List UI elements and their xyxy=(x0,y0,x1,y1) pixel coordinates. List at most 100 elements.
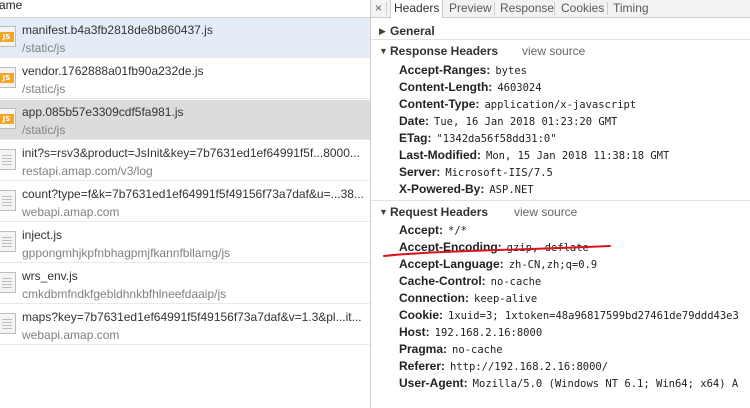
tab-timing[interactable]: Timing xyxy=(613,0,649,17)
header-row: X-Powered-By: ASP.NET xyxy=(399,181,534,198)
name-column-label: ame xyxy=(0,0,23,12)
header-row: Cache-Control: no-cache xyxy=(399,273,541,290)
request-path: webapi.amap.com xyxy=(22,205,120,219)
header-row: Accept-Encoding: gzip, deflate xyxy=(399,239,589,256)
header-value: no-cache xyxy=(490,276,542,288)
tab-separator xyxy=(607,2,608,15)
header-row: Pragma: no-cache xyxy=(399,341,503,358)
request-row[interactable]: wrs_env.js cmkdbmfndkfgebldhnkbfhlneefdaa… xyxy=(0,264,370,304)
tab-preview[interactable]: Preview xyxy=(449,0,492,17)
close-icon[interactable]: × xyxy=(375,0,382,16)
expand-triangle-icon: ▶ xyxy=(379,26,386,36)
request-row[interactable]: init?s=rsv3&product=JsInit&key=7b7631ed1… xyxy=(0,141,370,181)
request-list-pane: ame manifest.b4a3fb2818de8b860437.js/sta… xyxy=(0,0,370,408)
header-value: Microsoft-IIS/7.5 xyxy=(445,167,553,179)
general-section-title: General xyxy=(390,24,435,38)
tab-separator xyxy=(386,2,387,15)
header-row: Host: 192.168.2.16:8000 xyxy=(399,324,542,341)
header-key: Server: xyxy=(399,165,441,179)
tab-response[interactable]: Response xyxy=(500,0,554,17)
request-row[interactable]: vendor.1762888a01fb90a232de.js/static/js xyxy=(0,59,370,99)
header-row: Date: Tue, 16 Jan 2018 01:23:20 GMT xyxy=(399,113,617,130)
section-divider xyxy=(371,200,750,201)
header-value: 4603024 xyxy=(497,82,542,94)
collapse-triangle-icon: ▼ xyxy=(379,46,388,56)
request-name: count?type=f&k=7b7631ed1ef64991f5f49156f… xyxy=(22,187,364,201)
request-path: /static/js xyxy=(22,41,66,55)
header-row: Cookie: 1xuid=3; 1xtoken=48a96817599bd274… xyxy=(399,307,739,324)
request-path: gppongmhjkpfnbhagpmjfkannfbllamg/js xyxy=(22,246,231,260)
header-row: User-Agent: Mozilla/5.0 (Windows NT 6.1; … xyxy=(399,375,738,392)
header-value: application/x-javascript xyxy=(484,99,637,111)
header-row: Connection: keep-alive xyxy=(399,290,537,307)
request-path: webapi.amap.com xyxy=(22,328,120,342)
header-value: Mon, 15 Jan 2018 11:38:18 GMT xyxy=(486,150,670,162)
header-key: Accept-Language: xyxy=(399,257,504,271)
tab-separator xyxy=(494,2,495,15)
tab-cookies[interactable]: Cookies xyxy=(561,0,604,17)
header-value: */* xyxy=(448,225,467,237)
tab-headers[interactable]: Headers xyxy=(390,0,444,18)
header-key: Accept: xyxy=(399,223,444,237)
header-value: bytes xyxy=(495,65,527,77)
section-divider xyxy=(371,39,750,40)
header-key: Date: xyxy=(399,114,430,128)
header-value: Mozilla/5.0 (Windows NT 6.1; Win64; x64)… xyxy=(472,378,739,390)
request-row[interactable]: maps?key=7b7631ed1ef64991f5f49156f73a7da… xyxy=(0,305,370,345)
document-icon xyxy=(0,231,16,252)
header-value: no-cache xyxy=(452,344,503,356)
header-key: User-Agent: xyxy=(399,376,468,390)
header-key: Referer: xyxy=(399,359,446,373)
request-row[interactable]: count?type=f&k=7b7631ed1ef64991f5f49156f… xyxy=(0,182,370,222)
header-key: Last-Modified: xyxy=(399,148,481,162)
request-row[interactable]: manifest.b4a3fb2818de8b860437.js/static/… xyxy=(0,18,370,58)
request-path: /static/js xyxy=(22,82,66,96)
header-value: Tue, 16 Jan 2018 01:23:20 GMT xyxy=(434,116,618,128)
details-pane: × Headers Preview Response Cookies Timin… xyxy=(371,0,750,408)
general-section-header[interactable]: ▶ General xyxy=(371,23,750,39)
document-icon xyxy=(0,149,16,170)
header-row: Accept-Language: zh-CN,zh;q=0.9 xyxy=(399,256,597,273)
name-column-header[interactable]: ame xyxy=(0,0,370,18)
header-row: Server: Microsoft-IIS/7.5 xyxy=(399,164,553,181)
header-row: Accept-Ranges: bytes xyxy=(399,62,527,79)
header-value: 1xuid=3; 1xtoken=48a96817599bd27461de79d… xyxy=(448,310,739,322)
request-name: init?s=rsv3&product=JsInit&key=7b7631ed1… xyxy=(22,146,360,160)
response-view-source-link[interactable]: view source xyxy=(522,43,585,59)
header-key: Content-Length: xyxy=(399,80,493,94)
header-value: http://192.168.2.16:8000/ xyxy=(450,361,609,373)
header-key: Cookie: xyxy=(399,308,444,322)
request-name: manifest.b4a3fb2818de8b860437.js xyxy=(22,23,213,37)
header-key: Pragma: xyxy=(399,342,448,356)
header-row: Referer: http://192.168.2.16:8000/ xyxy=(399,358,608,375)
header-row: Accept: */* xyxy=(399,222,467,239)
request-view-source-link[interactable]: view source xyxy=(514,204,577,220)
header-key: Host: xyxy=(399,325,430,339)
request-name: maps?key=7b7631ed1ef64991f5f49156f73a7da… xyxy=(22,310,362,324)
request-name: app.085b57e3309cdf5fa981.js xyxy=(22,105,184,119)
request-path: restapi.amap.com/v3/log xyxy=(22,164,153,178)
header-row: Content-Type: application/x-javascript xyxy=(399,96,636,113)
header-key: X-Powered-By: xyxy=(399,182,485,196)
request-name: vendor.1762888a01fb90a232de.js xyxy=(22,64,204,78)
response-headers-section-header[interactable]: ▼ Response Headers view source xyxy=(371,43,750,59)
js-file-icon xyxy=(0,67,16,88)
js-file-icon xyxy=(0,26,16,47)
header-value: 192.168.2.16:8000 xyxy=(434,327,543,339)
request-row[interactable]: inject.js gppongmhjkpfnbhagpmjfkannfbllam… xyxy=(0,223,370,263)
header-row: Last-Modified: Mon, 15 Jan 2018 11:38:18 … xyxy=(399,147,669,164)
header-key: ETag: xyxy=(399,131,432,145)
request-row[interactable]: app.085b57e3309cdf5fa981.js/static/js xyxy=(0,100,370,140)
request-path: /static/js xyxy=(22,123,66,137)
request-name: wrs_env.js xyxy=(22,269,78,283)
header-row: Content-Length: 4603024 xyxy=(399,79,542,96)
header-row: ETag: "1342da56f58dd31:0" xyxy=(399,130,557,147)
document-icon xyxy=(0,190,16,211)
tab-separator xyxy=(554,2,555,15)
header-key: Connection: xyxy=(399,291,469,305)
header-value: gzip, deflate xyxy=(506,242,589,254)
request-headers-section-header[interactable]: ▼ Request Headers view source xyxy=(371,204,750,220)
request-path: cmkdbmfndkfgebldhnkbfhlneefdaaip/js xyxy=(22,287,227,301)
document-icon xyxy=(0,272,16,293)
request-name: inject.js xyxy=(22,228,63,242)
